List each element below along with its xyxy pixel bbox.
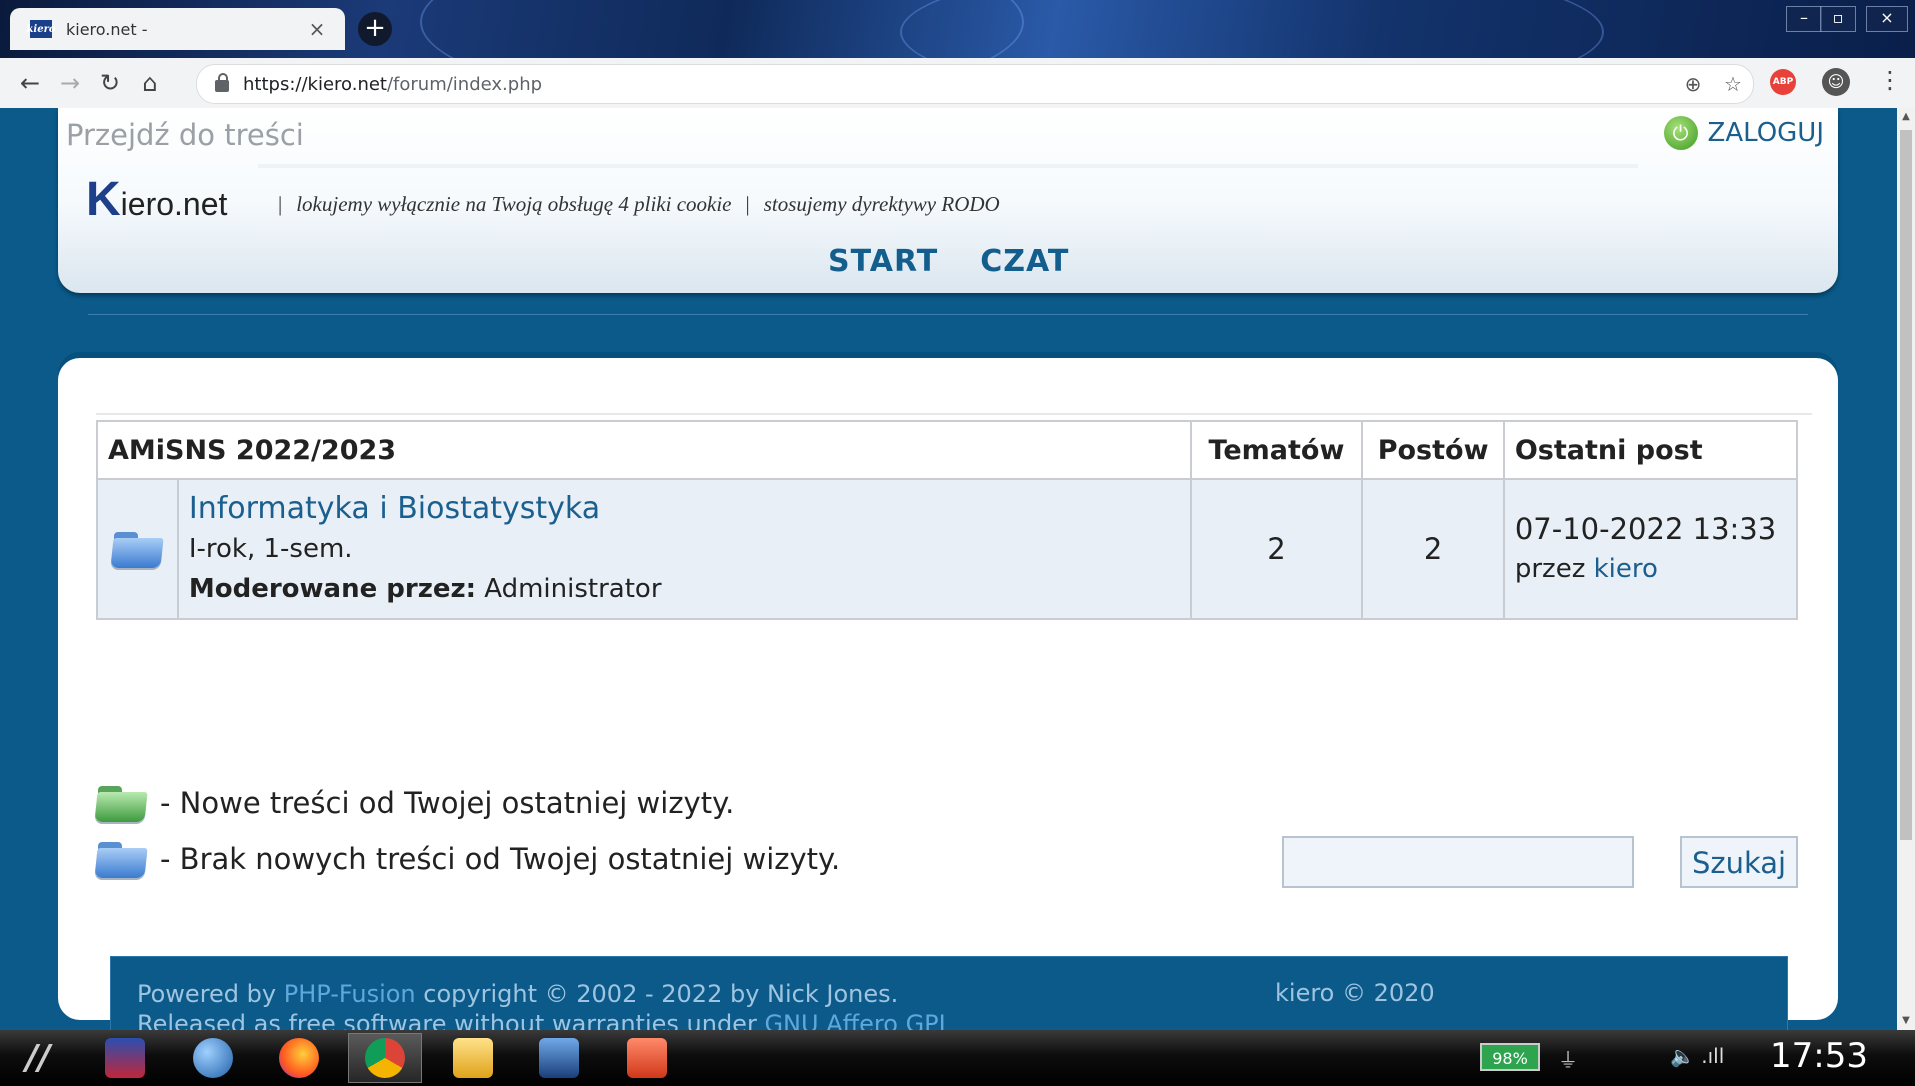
browser-tab[interactable]: kiero kiero.net - × (10, 8, 345, 50)
tab-title: kiero.net - (66, 19, 148, 39)
address-bar[interactable]: https://kiero.net/forum/index.php ⊕ ☆ (196, 64, 1754, 104)
power-plug-icon: ⏚ (1558, 1048, 1578, 1072)
col-topics: Tematów (1189, 420, 1364, 480)
minimize-button[interactable]: – (1786, 6, 1822, 32)
chrome-icon (365, 1038, 405, 1078)
col-posts: Postów (1361, 420, 1505, 480)
forward-arrow-icon[interactable]: → (50, 69, 90, 97)
page-scrollbar[interactable]: ▲ ▼ (1897, 108, 1915, 1030)
logo-text: iero.net (120, 186, 228, 222)
battery-indicator[interactable]: 98% (1480, 1043, 1540, 1071)
no-new-content-folder-icon (94, 840, 148, 878)
last-post-cell: 07-10-2022 13:33 przez kiero (1502, 478, 1799, 620)
new-tab-button[interactable]: + (358, 12, 392, 46)
forum-row-icon-cell (96, 478, 179, 620)
folder-icon (110, 530, 164, 568)
taskbar-mail[interactable] (436, 1033, 510, 1083)
forum-table: AMiSNS 2022/2023 Tematów Postów Ostatni … (96, 420, 1799, 620)
reload-icon[interactable]: ↻ (90, 69, 130, 97)
favicon-icon: kiero (26, 20, 56, 38)
legend-new-text: - Nowe treści od Twojej ostatniej wizyty… (160, 786, 735, 820)
new-content-folder-icon (94, 784, 148, 822)
nav-czat[interactable]: CZAT (980, 244, 1069, 279)
taskbar-presentation[interactable] (610, 1033, 684, 1083)
col-last-post: Ostatni post (1502, 420, 1799, 480)
search-input[interactable] (1282, 836, 1634, 888)
legend-none-text: - Brak nowych treści od Twojej ostatniej… (160, 842, 841, 876)
tab-close-icon[interactable]: × (303, 17, 331, 41)
desktop-icon (539, 1038, 579, 1078)
forum-table-header: AMiSNS 2022/2023 Tematów Postów Ostatni … (96, 420, 1799, 480)
scroll-down-arrow-icon[interactable]: ▼ (1897, 1012, 1915, 1030)
footer-credits: Powered by PHP-Fusion copyright © 2002 -… (137, 979, 952, 1030)
forum-top-rule (96, 413, 1812, 415)
forum-info-cell: Informatyka i Biostatystyka I-rok, 1-sem… (176, 478, 1192, 620)
header-divider (258, 164, 1638, 168)
post-count: 2 (1361, 478, 1505, 620)
slogan-cookies: lokujemy wyłącznie na Twoją obsługę 4 pl… (296, 192, 732, 216)
taskbar-firefox[interactable] (262, 1033, 336, 1083)
taskbar-globe-app[interactable] (176, 1033, 250, 1083)
topic-count: 2 (1189, 478, 1364, 620)
menu-dots-icon[interactable]: ⋮ (1878, 66, 1902, 94)
adblock-icon[interactable]: ABP (1770, 69, 1796, 95)
restore-button[interactable]: ▫ (1820, 6, 1856, 32)
bookmark-star-icon[interactable]: ☆ (1713, 72, 1753, 96)
mail-icon (453, 1038, 493, 1078)
login-button[interactable]: ZALOGUJ (1663, 116, 1824, 150)
globe-icon (193, 1038, 233, 1078)
logo-letter: K (86, 173, 121, 226)
profile-avatar-icon[interactable]: ☺ (1822, 68, 1850, 96)
scrollbar-thumb[interactable] (1900, 130, 1912, 840)
page-viewport: Przejdź do treści ZALOGUJ K iero.net |lo… (0, 108, 1897, 1030)
forum-name-link[interactable]: Informatyka i Biostatystyka (189, 489, 1180, 529)
background-swoosh (900, 0, 1604, 58)
window-close-button[interactable]: × (1866, 6, 1908, 32)
legend-none: - Brak nowych treści od Twojej ostatniej… (94, 840, 841, 878)
forum-moderators: Moderowane przez: Administrator (188, 574, 662, 604)
main-nav: START CZAT (828, 244, 1069, 279)
forum-description: I-rok, 1-sem. (188, 534, 353, 564)
skip-to-content-link[interactable]: Przejdź do treści (66, 118, 304, 152)
volume-icon[interactable]: 🔈 .ıll (1670, 1044, 1724, 1068)
footer-site-copyright: kiero © 2020 (1275, 979, 1435, 1007)
floppy-disk-icon (105, 1038, 145, 1078)
search-button[interactable]: Szukaj (1680, 836, 1798, 888)
zoom-icon[interactable]: ⊕ (1673, 72, 1713, 96)
login-label: ZALOGUJ (1707, 118, 1824, 148)
moderator-name: Administrator (484, 574, 662, 604)
taskbar-desktop[interactable] (522, 1033, 596, 1083)
taskbar-clock[interactable]: 17:53 (1770, 1036, 1868, 1076)
forum-row: Informatyka i Biostatystyka I-rok, 1-sem… (96, 478, 1799, 620)
forum-content: AMiSNS 2022/2023 Tematów Postów Ostatni … (58, 358, 1838, 1020)
firefox-icon (279, 1038, 319, 1078)
site-footer: Powered by PHP-Fusion copyright © 2002 -… (110, 956, 1788, 1030)
nav-start[interactable]: START (828, 244, 938, 279)
legend-new: - Nowe treści od Twojej ostatniej wizyty… (94, 784, 735, 822)
back-arrow-icon[interactable]: ← (10, 69, 50, 97)
license-link[interactable]: GNU Affero GPL (764, 1010, 952, 1030)
last-post-author-link[interactable]: kiero (1594, 554, 1658, 584)
presentation-icon (627, 1038, 667, 1078)
taskbar-save-app[interactable] (88, 1033, 162, 1083)
scroll-up-arrow-icon[interactable]: ▲ (1897, 108, 1915, 126)
header-slogan: | lokujemy wyłącznie na Twoją obsługę 4 p… (278, 192, 1000, 216)
last-post-author: przez kiero (1514, 554, 1658, 584)
php-fusion-link[interactable]: PHP-Fusion (284, 980, 416, 1008)
home-icon[interactable]: ⌂ (130, 69, 170, 97)
site-logo[interactable]: K iero.net (86, 173, 228, 226)
taskbar-chrome[interactable] (348, 1033, 422, 1083)
last-post-date: 07-10-2022 13:33 (1514, 512, 1777, 546)
section-divider (88, 314, 1808, 315)
browser-toolbar: ← → ↻ ⌂ https://kiero.net/forum/index.ph… (0, 58, 1915, 108)
slogan-rodo: stosujemy dyrektywy RODO (763, 192, 1000, 216)
site-header: Przejdź do treści ZALOGUJ K iero.net |lo… (58, 108, 1838, 293)
lock-icon (215, 73, 229, 92)
category-title: AMiSNS 2022/2023 (96, 420, 1192, 480)
browser-tab-bar: kiero kiero.net - × + – ▫ × (0, 0, 1915, 58)
os-taskbar: // 98% ⏚ 🔈 .ıll 17:53 (0, 1030, 1915, 1086)
start-menu-icon[interactable]: // (18, 1038, 58, 1078)
power-icon (1663, 116, 1698, 150)
url-text[interactable]: https://kiero.net/forum/index.php (243, 74, 1673, 95)
